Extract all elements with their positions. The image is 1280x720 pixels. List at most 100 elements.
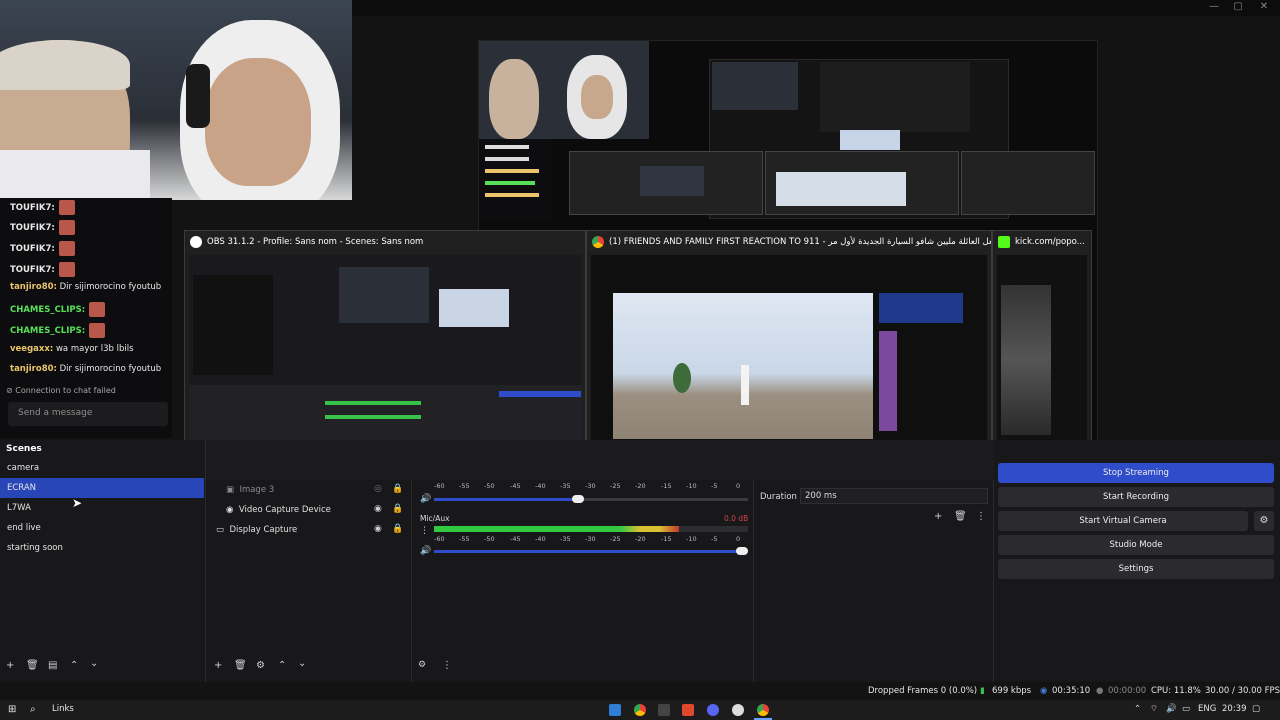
mic-aux-label: Mic/Aux [420,514,450,523]
remove-transition-icon[interactable]: 🗑 [954,511,967,522]
battery-icon[interactable]: ▭ [1182,704,1190,714]
mixer-menu-icon[interactable]: ⋮ [442,660,452,671]
minimize-icon[interactable]: — [1202,0,1226,16]
volume-slider-fill [434,498,584,501]
taskbar-preview-obs[interactable]: OBS 31.1.2 - Profile: Sans nom - Scenes:… [184,230,586,470]
info-icon: ⊘ [6,386,13,395]
calculator-icon[interactable] [658,704,670,716]
scene-starting-soon[interactable]: starting soon [0,538,204,558]
volume-icon[interactable]: 🔊 [420,494,431,504]
stream-icon: ◉ [1040,686,1048,696]
visibility-eye-icon[interactable]: ◎ [374,484,382,494]
maximize-icon[interactable]: ▢ [1226,0,1250,16]
taskbar-preview-kick[interactable]: kick.com/popo... [992,230,1092,470]
meter-tick: -25 [610,535,621,543]
start-virtual-camera-button[interactable]: Start Virtual Camera [998,511,1248,531]
advanced-audio-icon[interactable]: ⚙ [418,660,426,670]
add-transition-button[interactable]: + [934,511,942,522]
meter-tick: -50 [484,482,495,490]
scene-l7wa[interactable]: L7WA [0,498,204,518]
windows-taskbar: ⊞ ⌕ Links ⌃ ⌔ 🔊 ▭ ENG 20:39 ▢ [0,700,1280,720]
nested-youtube-thumb [765,151,959,215]
lock-icon[interactable]: 🔒 [392,504,403,514]
scene-camera[interactable]: camera [0,458,204,478]
add-scene-button[interactable]: + [6,660,14,671]
meter-tick: -40 [535,535,546,543]
scene-ecran[interactable]: ECRAN [0,478,204,498]
duration-label: Duration [760,492,797,502]
obs-status-bar: Dropped Frames 0 (0.0%) ▮ 699 kbps ◉ 00:… [0,682,1280,700]
studio-mode-button[interactable]: Studio Mode [998,535,1274,555]
start-windows-icon[interactable]: ⊞ [8,704,16,715]
notifications-icon[interactable]: ▢ [1252,704,1260,714]
wifi-icon[interactable]: ⌔ [1150,704,1158,714]
brave-icon[interactable] [682,704,694,716]
volume-icon[interactable]: 🔊 [420,546,431,556]
move-up-icon[interactable]: ⌃ [278,660,286,671]
remove-source-icon[interactable]: 🗑 [234,660,247,671]
visibility-eye-icon[interactable]: ◉ [374,504,382,514]
language-indicator[interactable]: ENG [1198,704,1216,714]
meter-tick: -15 [661,482,672,490]
meter-tick: -5 [711,535,718,543]
source-image-3[interactable]: ▣ Image 3 [226,485,274,495]
add-source-button[interactable]: + [214,660,222,671]
meter-tick: -25 [610,482,621,490]
source-display-capture[interactable]: ▭ Display Capture [216,525,297,535]
move-down-icon[interactable]: ⌄ [90,658,98,669]
start-recording-button[interactable]: Start Recording [998,487,1274,507]
chat-message-input[interactable]: Send a message [8,402,168,426]
stream-time: 00:35:10 [1052,686,1091,696]
source-video-capture-device[interactable]: ◉ Video Capture Device [226,505,331,515]
visibility-eye-icon[interactable]: ◉ [374,524,382,534]
mic-aux-db: 0.0 dB [724,514,749,523]
clock[interactable]: 20:39 [1222,704,1247,714]
explorer-icon[interactable] [609,704,621,716]
chrome-icon[interactable] [757,704,769,716]
cpu-usage: CPU: 11.8% [1151,686,1201,696]
chat-message: CHAMES_CLIPS: [10,323,106,338]
source-properties-icon[interactable]: ⚙ [256,660,265,671]
taskbar-preview-youtube[interactable]: (1) FRIENDS AND FAMILY FIRST REACTION TO… [586,230,992,470]
meter-ticks: -60 -55 -50 -45 -40 -35 -30 -25 -20 -15 -10 -5 0 [434,535,748,545]
obs-icon [190,236,202,248]
mouse-cursor: ➤ [72,496,83,510]
chat-message: TOUFIK7: [10,200,75,215]
close-icon[interactable]: ✕ [1252,0,1276,16]
mixer-menu-icon[interactable]: ⋮ [420,526,429,536]
audio-mixer-dock [412,480,754,682]
lock-icon[interactable]: 🔒 [392,524,403,534]
scene-end-live[interactable]: end live [0,518,204,538]
move-down-icon[interactable]: ⌄ [298,658,306,669]
links-toolbar[interactable]: Links [52,704,74,714]
chat-message: TOUFIK7: [10,262,75,277]
meter-tick: 0 [736,482,741,490]
chrome-icon[interactable] [634,704,646,716]
settings-button[interactable]: Settings [998,559,1274,579]
transition-menu-icon[interactable]: ⋮ [976,511,986,522]
remove-scene-icon[interactable]: 🗑 [26,660,39,671]
meter-tick: -20 [635,482,646,490]
obs-icon[interactable] [732,704,744,716]
volume-slider-handle[interactable] [572,495,584,503]
webcam-feed [0,0,352,200]
obs-thumbnail [189,255,583,465]
chat-message: CHAMES_CLIPS: [10,302,106,317]
volume-icon[interactable]: 🔊 [1166,704,1177,714]
lock-icon[interactable]: 🔒 [392,484,403,494]
duration-input[interactable]: 200 ms [800,488,988,504]
chat-message: TOUFIK7: [10,220,75,235]
meter-tick: -50 [484,535,495,543]
volume-slider-handle[interactable] [736,547,748,555]
scene-filters-icon[interactable]: ▤ [48,660,57,671]
search-icon[interactable]: ⌕ [30,704,36,715]
discord-icon[interactable] [707,704,719,716]
meter-tick: -55 [459,482,470,490]
virtual-camera-settings-icon[interactable]: ⚙ [1254,511,1274,531]
mic-volume-slider[interactable] [434,550,748,553]
preview-title: (1) FRIENDS AND FAMILY FIRST REACTION TO… [587,231,991,253]
stop-streaming-button[interactable]: Stop Streaming [998,463,1274,483]
move-up-icon[interactable]: ⌃ [70,660,78,671]
tray-chevron-icon[interactable]: ⌃ [1134,704,1141,714]
kick-icon [998,236,1010,248]
